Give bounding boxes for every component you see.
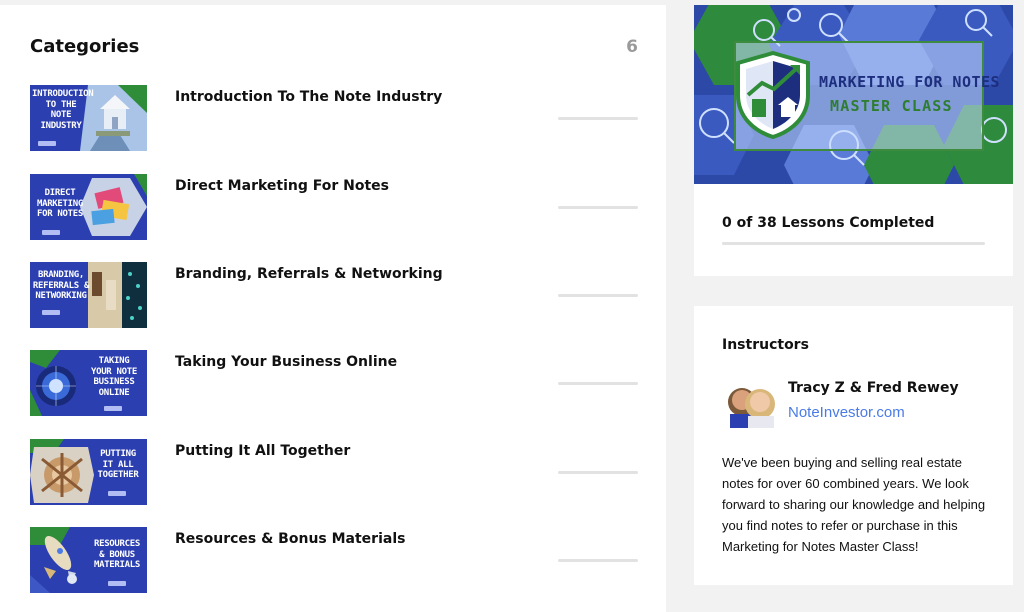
instructor-website-link[interactable]: NoteInvestor.com (788, 404, 905, 421)
course-hero-subtitle: MASTER CLASS (830, 97, 953, 115)
category-thumbnail[interactable]: TAKING YOUR NOTE BUSINESS ONLINE (30, 350, 147, 416)
category-thumbnail[interactable]: DIRECT MARKETING FOR NOTES (30, 174, 147, 240)
shield-chart-house-icon (736, 51, 810, 139)
category-title[interactable]: Resources & Bonus Materials (175, 531, 405, 547)
course-hero-image[interactable]: MARKETING FOR NOTES MASTER CLASS (694, 5, 1013, 184)
thumbnail-caption: DIRECT MARKETING FOR NOTES (36, 188, 84, 219)
category-thumbnail[interactable]: PUTTING IT ALL TOGETHER (30, 439, 147, 505)
course-hero-title: MARKETING FOR NOTES (819, 73, 1001, 91)
category-item-putting-together[interactable]: PUTTING IT ALL TOGETHER Putting It All T… (30, 439, 640, 505)
category-progress-bar (558, 206, 638, 209)
avatar (728, 388, 775, 428)
categories-count: 6 (626, 36, 638, 57)
categories-title: Categories (30, 36, 140, 57)
categories-header: Categories 6 (30, 36, 638, 57)
thumbnail-caption: PUTTING IT ALL TOGETHER (97, 449, 139, 480)
category-title[interactable]: Taking Your Business Online (175, 354, 397, 370)
category-thumbnail[interactable]: INTRODUCTION TO THE NOTE INDUSTRY (30, 85, 147, 151)
lessons-completed-text: 0 of 38 Lessons Completed (722, 215, 935, 231)
thumbnail-caption: INTRODUCTION TO THE NOTE INDUSTRY (32, 89, 94, 131)
category-progress-bar (558, 559, 638, 562)
category-progress-bar (558, 294, 638, 297)
brand-logo-icon (42, 310, 60, 315)
category-progress-bar (558, 117, 638, 120)
category-thumbnail[interactable]: BRANDING, REFERRALS & NETWORKING (30, 262, 147, 328)
thumbnail-caption: BRANDING, REFERRALS & NETWORKING (32, 270, 90, 301)
category-item-introduction[interactable]: INTRODUCTION TO THE NOTE INDUSTRY Introd… (30, 85, 640, 151)
thumbnail-caption: RESOURCES & BONUS MATERIALS (93, 539, 141, 570)
brand-logo-icon (42, 230, 60, 235)
brand-logo-icon (108, 581, 126, 586)
brand-logo-icon (108, 491, 126, 496)
instructor-name: Tracy Z & Fred Rewey (788, 380, 959, 396)
lessons-progress-bar (722, 242, 985, 245)
category-title[interactable]: Direct Marketing For Notes (175, 178, 389, 194)
instructors-title: Instructors (722, 337, 809, 353)
category-thumbnail[interactable]: RESOURCES & BONUS MATERIALS (30, 527, 147, 593)
category-item-online[interactable]: TAKING YOUR NOTE BUSINESS ONLINE Taking … (30, 350, 640, 416)
instructor-bio: We've been buying and selling real estat… (722, 455, 986, 554)
category-title[interactable]: Putting It All Together (175, 443, 350, 459)
thumbnail-caption: TAKING YOUR NOTE BUSINESS ONLINE (90, 356, 138, 398)
category-item-resources[interactable]: RESOURCES & BONUS MATERIALS Resources & … (30, 527, 640, 593)
brand-logo-icon (38, 141, 56, 146)
category-title[interactable]: Introduction To The Note Industry (175, 89, 442, 105)
brand-logo-icon (104, 406, 122, 411)
category-title[interactable]: Branding, Referrals & Networking (175, 266, 443, 282)
category-progress-bar (558, 382, 638, 385)
category-item-direct-marketing[interactable]: DIRECT MARKETING FOR NOTES Direct Market… (30, 174, 640, 240)
category-item-branding[interactable]: BRANDING, REFERRALS & NETWORKING Brandin… (30, 262, 640, 328)
category-progress-bar (558, 471, 638, 474)
